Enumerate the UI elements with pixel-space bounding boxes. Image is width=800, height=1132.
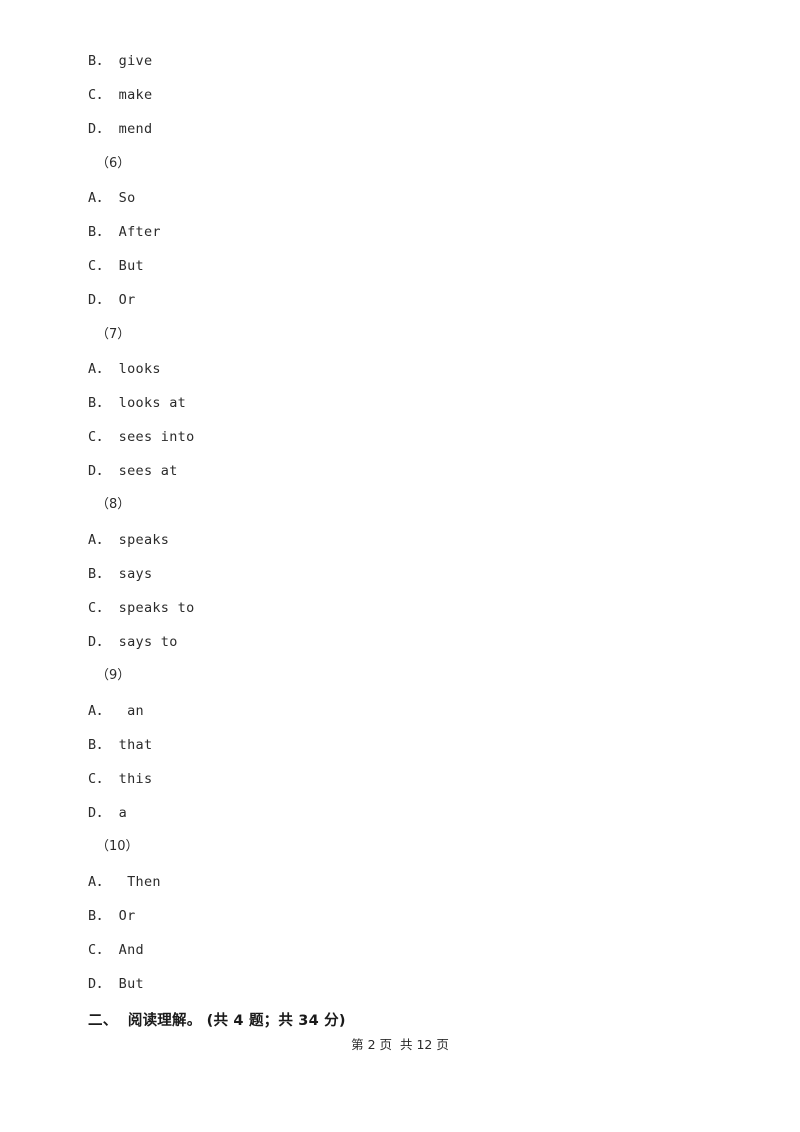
option-line: A． Then <box>88 873 161 890</box>
option-line: B． Or <box>88 907 136 924</box>
option-line: D． sees at <box>88 463 178 480</box>
option-line: B． says <box>88 565 153 582</box>
page-footer: 第 2 页 共 12 页 <box>351 1037 449 1052</box>
option-line: D． a <box>88 805 128 822</box>
option-line: B． that <box>88 736 153 753</box>
option-line: B． give <box>88 53 153 69</box>
option-line: C． But <box>88 258 144 275</box>
question-number: （9） <box>96 668 131 684</box>
option-line: A． So <box>88 189 136 206</box>
question-number: （8） <box>96 497 131 513</box>
question-number: （10） <box>96 839 139 855</box>
document-page: B． give C． make D． mend （6） A． So B． Aft… <box>0 0 800 1132</box>
option-line: C． sees into <box>88 429 195 446</box>
option-line: D． But <box>88 976 144 993</box>
option-line: B． looks at <box>88 394 187 411</box>
option-line: C． this <box>88 770 153 787</box>
option-line: D． says to <box>88 634 178 651</box>
option-line: D． mend <box>88 121 153 138</box>
option-line: A． looks <box>88 360 161 377</box>
option-line: D． Or <box>88 292 136 309</box>
question-number: （6） <box>96 155 131 171</box>
option-line: A． speaks <box>88 531 170 548</box>
section-heading: 二、 阅读理解。 (共 4 题；共 34 分) <box>88 1013 346 1029</box>
question-number: （7） <box>96 326 131 342</box>
option-line: C． make <box>88 87 153 104</box>
option-line: B． After <box>88 223 161 240</box>
exam-content: B． give C． make D． mend （6） A． So B． Aft… <box>88 44 728 1001</box>
option-line: C． speaks to <box>88 600 195 616</box>
option-line: C． And <box>88 941 144 958</box>
option-line: A． an <box>88 702 144 719</box>
